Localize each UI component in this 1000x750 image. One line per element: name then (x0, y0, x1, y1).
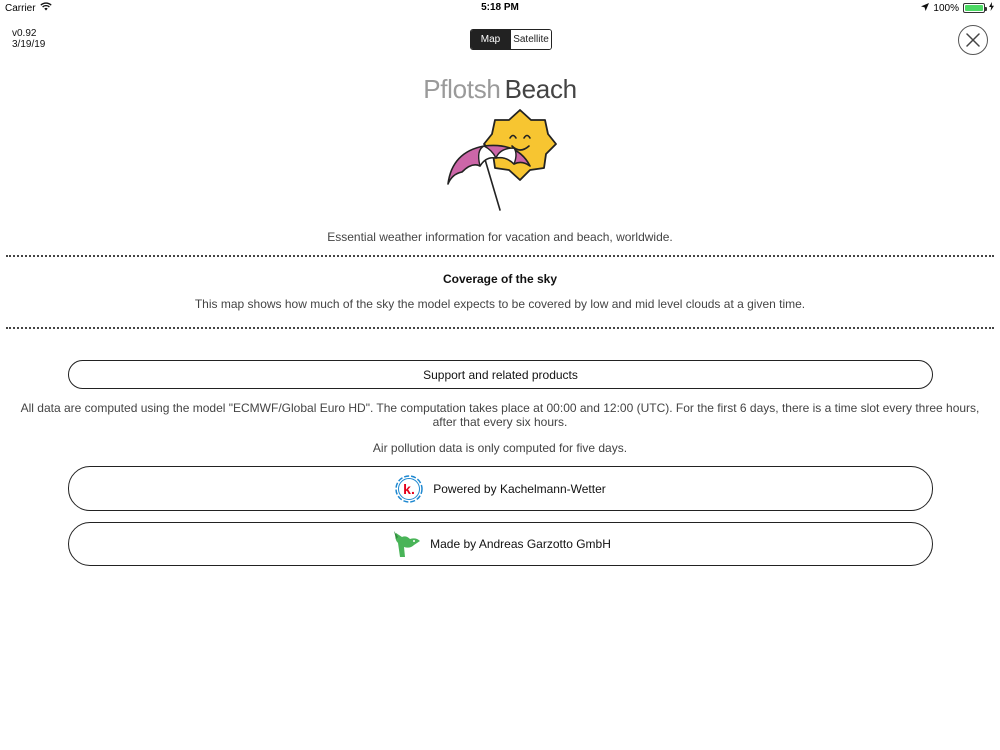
version-info: v0.92 3/19/19 (12, 28, 45, 50)
sun-umbrella-logo (447, 109, 557, 211)
garzotto-button[interactable]: Made by Andreas Garzotto GmbH (68, 522, 933, 566)
status-bar-right: 100% (921, 2, 994, 14)
charging-bolt-icon (989, 2, 994, 14)
app-title: Pflotsh Beach (0, 74, 1000, 105)
pollution-info-text: Air pollution data is only computed for … (372, 441, 628, 455)
divider-top (6, 255, 994, 257)
svg-text:k.: k. (403, 481, 415, 497)
divider-bottom (6, 327, 994, 329)
status-time: 5:18 PM (481, 2, 519, 13)
app-title-part2: Beach (504, 74, 578, 104)
app-title-part1: Pflotsh (423, 74, 501, 104)
status-bar: Carrier 5:18 PM 100% (0, 0, 1000, 16)
section-description: This map shows how much of the sky the m… (194, 297, 806, 311)
close-button[interactable] (958, 25, 988, 55)
map-mode-segmented-control: Map Satellite (470, 29, 552, 50)
support-button-label: Support and related products (423, 367, 578, 382)
model-info-text: All data are computed using the model "E… (20, 401, 980, 429)
close-icon (966, 33, 980, 47)
support-button[interactable]: Support and related products (68, 360, 933, 389)
segment-satellite[interactable]: Satellite (510, 30, 551, 49)
garzotto-button-label: Made by Andreas Garzotto GmbH (430, 537, 611, 551)
location-arrow-icon (921, 2, 930, 14)
kachelmann-button-label: Powered by Kachelmann-Wetter (433, 481, 606, 496)
kachelmann-logo-icon: k. (395, 474, 423, 503)
garzotto-logo-icon (394, 531, 421, 557)
version-date: 3/19/19 (12, 39, 46, 50)
battery-fill (965, 5, 983, 11)
tagline: Essential weather information for vacati… (327, 230, 673, 244)
version-number: v0.92 (12, 28, 37, 39)
battery-percent: 100% (933, 2, 959, 14)
section-title: Coverage of the sky (442, 272, 558, 286)
segment-map[interactable]: Map (471, 30, 510, 49)
battery-icon (963, 3, 987, 13)
kachelmann-button[interactable]: k. Powered by Kachelmann-Wetter (68, 466, 933, 511)
